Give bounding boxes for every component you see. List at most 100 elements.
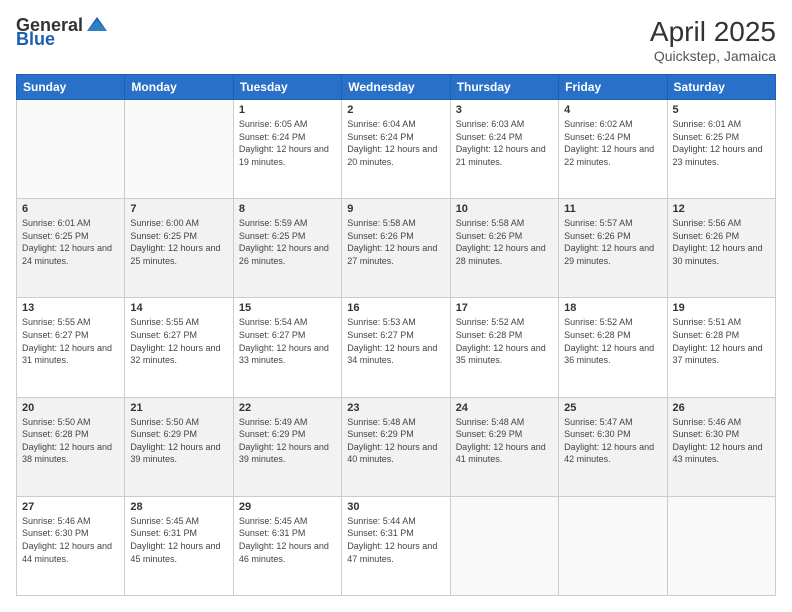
calendar-cell: 25 Sunrise: 5:47 AMSunset: 6:30 PMDayligh… [559, 397, 667, 496]
day-info: Sunrise: 5:46 AMSunset: 6:30 PMDaylight:… [22, 515, 119, 565]
logo: General Blue [16, 16, 107, 48]
day-info: Sunrise: 6:05 AMSunset: 6:24 PMDaylight:… [239, 118, 336, 168]
day-info: Sunrise: 5:44 AMSunset: 6:31 PMDaylight:… [347, 515, 444, 565]
calendar-cell: 11Sunrise: 5:57 AMSunset: 6:26 PMDayligh… [559, 199, 667, 298]
day-info: Sunrise: 5:56 AMSunset: 6:26 PMDaylight:… [673, 217, 770, 267]
day-number: 2 [347, 104, 444, 116]
calendar-cell: 27Sunrise: 5:46 AMSunset: 6:30 PMDayligh… [17, 496, 125, 595]
day-number: 30 [347, 501, 444, 513]
day-info: Sunrise: 6:00 AMSunset: 6:25 PMDaylight:… [130, 217, 227, 267]
calendar-cell: 30 Sunrise: 5:44 AMSunset: 6:31 PMDayligh… [342, 496, 450, 595]
day-number: 11 [564, 203, 661, 215]
weekday-header-thursday: Thursday [450, 75, 558, 100]
header: General Blue April 2025 Quickstep, Jamai… [16, 16, 776, 64]
calendar-table: SundayMondayTuesdayWednesdayThursdayFrid… [16, 74, 776, 596]
weekday-header-wednesday: Wednesday [342, 75, 450, 100]
day-number: 22 [239, 402, 336, 414]
day-number: 5 [673, 104, 770, 116]
calendar-cell: 7 Sunrise: 6:00 AMSunset: 6:25 PMDaylight… [125, 199, 233, 298]
calendar-cell: 13Sunrise: 5:55 AMSunset: 6:27 PMDayligh… [17, 298, 125, 397]
day-number: 4 [564, 104, 661, 116]
calendar-subtitle: Quickstep, Jamaica [650, 48, 776, 64]
day-info: Sunrise: 6:01 AMSunset: 6:25 PMDaylight:… [673, 118, 770, 168]
calendar-cell: 18 Sunrise: 5:52 AMSunset: 6:28 PMDayligh… [559, 298, 667, 397]
day-info: Sunrise: 5:48 AMSunset: 6:29 PMDaylight:… [456, 416, 553, 466]
day-number: 7 [130, 203, 227, 215]
day-number: 3 [456, 104, 553, 116]
day-info: Sunrise: 5:46 AMSunset: 6:30 PMDaylight:… [673, 416, 770, 466]
day-number: 26 [673, 402, 770, 414]
calendar-cell: 4Sunrise: 6:02 AMSunset: 6:24 PMDaylight… [559, 100, 667, 199]
day-info: Sunrise: 5:49 AMSunset: 6:29 PMDaylight:… [239, 416, 336, 466]
day-info: Sunrise: 5:59 AMSunset: 6:25 PMDaylight:… [239, 217, 336, 267]
day-number: 21 [130, 402, 227, 414]
weekday-header-saturday: Saturday [667, 75, 775, 100]
calendar-cell: 3 Sunrise: 6:03 AMSunset: 6:24 PMDaylight… [450, 100, 558, 199]
day-number: 19 [673, 302, 770, 314]
day-info: Sunrise: 5:47 AMSunset: 6:30 PMDaylight:… [564, 416, 661, 466]
calendar-cell: 22 Sunrise: 5:49 AMSunset: 6:29 PMDayligh… [233, 397, 341, 496]
day-number: 20 [22, 402, 119, 414]
calendar-cell: 17 Sunrise: 5:52 AMSunset: 6:28 PMDayligh… [450, 298, 558, 397]
calendar-cell: 10 Sunrise: 5:58 AMSunset: 6:26 PMDayligh… [450, 199, 558, 298]
day-info: Sunrise: 5:58 AMSunset: 6:26 PMDaylight:… [456, 217, 553, 267]
weekday-header-friday: Friday [559, 75, 667, 100]
day-number: 1 [239, 104, 336, 116]
day-number: 12 [673, 203, 770, 215]
day-info: Sunrise: 6:03 AMSunset: 6:24 PMDaylight:… [456, 118, 553, 168]
calendar-cell: 5 Sunrise: 6:01 AMSunset: 6:25 PMDaylight… [667, 100, 775, 199]
calendar-cell [450, 496, 558, 595]
day-number: 13 [22, 302, 119, 314]
calendar-cell: 29Sunrise: 5:45 AMSunset: 6:31 PMDayligh… [233, 496, 341, 595]
calendar-cell: 6 Sunrise: 6:01 AMSunset: 6:25 PMDaylight… [17, 199, 125, 298]
day-number: 24 [456, 402, 553, 414]
day-info: Sunrise: 5:58 AMSunset: 6:26 PMDaylight:… [347, 217, 444, 267]
calendar-cell: 9Sunrise: 5:58 AMSunset: 6:26 PMDaylight… [342, 199, 450, 298]
calendar-week-row: 1 Sunrise: 6:05 AMSunset: 6:24 PMDaylight… [17, 100, 776, 199]
day-info: Sunrise: 6:04 AMSunset: 6:24 PMDaylight:… [347, 118, 444, 168]
calendar-cell: 24 Sunrise: 5:48 AMSunset: 6:29 PMDayligh… [450, 397, 558, 496]
day-info: Sunrise: 5:55 AMSunset: 6:27 PMDaylight:… [130, 316, 227, 366]
day-info: Sunrise: 5:50 AMSunset: 6:29 PMDaylight:… [130, 416, 227, 466]
day-number: 28 [130, 501, 227, 513]
logo-blue-text: Blue [16, 30, 55, 48]
calendar-cell [667, 496, 775, 595]
calendar-cell: 19 Sunrise: 5:51 AMSunset: 6:28 PMDayligh… [667, 298, 775, 397]
calendar-week-row: 6 Sunrise: 6:01 AMSunset: 6:25 PMDaylight… [17, 199, 776, 298]
day-info: Sunrise: 5:53 AMSunset: 6:27 PMDaylight:… [347, 316, 444, 366]
day-number: 16 [347, 302, 444, 314]
calendar-cell: 26 Sunrise: 5:46 AMSunset: 6:30 PMDayligh… [667, 397, 775, 496]
day-info: Sunrise: 6:01 AMSunset: 6:25 PMDaylight:… [22, 217, 119, 267]
weekday-header-tuesday: Tuesday [233, 75, 341, 100]
calendar-cell: 12 Sunrise: 5:56 AMSunset: 6:26 PMDayligh… [667, 199, 775, 298]
day-number: 6 [22, 203, 119, 215]
calendar-cell: 23 Sunrise: 5:48 AMSunset: 6:29 PMDayligh… [342, 397, 450, 496]
weekday-header-monday: Monday [125, 75, 233, 100]
calendar-cell [125, 100, 233, 199]
calendar-cell [559, 496, 667, 595]
calendar-cell: 21 Sunrise: 5:50 AMSunset: 6:29 PMDayligh… [125, 397, 233, 496]
calendar-cell [17, 100, 125, 199]
day-number: 10 [456, 203, 553, 215]
day-number: 14 [130, 302, 227, 314]
day-info: Sunrise: 5:52 AMSunset: 6:28 PMDaylight:… [564, 316, 661, 366]
day-number: 25 [564, 402, 661, 414]
day-info: Sunrise: 5:54 AMSunset: 6:27 PMDaylight:… [239, 316, 336, 366]
day-number: 15 [239, 302, 336, 314]
day-info: Sunrise: 5:51 AMSunset: 6:28 PMDaylight:… [673, 316, 770, 366]
day-info: Sunrise: 5:48 AMSunset: 6:29 PMDaylight:… [347, 416, 444, 466]
calendar-title: April 2025 [650, 16, 776, 48]
calendar-week-row: 13 Sunrise: 5:55 AMSunset: 6:27 PMDayligh… [17, 298, 776, 397]
day-info: Sunrise: 5:45 AMSunset: 6:31 PMDaylight:… [130, 515, 227, 565]
day-number: 17 [456, 302, 553, 314]
page: General Blue April 2025 Quickstep, Jamai… [0, 0, 792, 612]
calendar-cell: 2 Sunrise: 6:04 AMSunset: 6:24 PMDaylight… [342, 100, 450, 199]
calendar-cell: 20Sunrise: 5:50 AMSunset: 6:28 PMDayligh… [17, 397, 125, 496]
calendar-cell: 8Sunrise: 5:59 AMSunset: 6:25 PMDaylight… [233, 199, 341, 298]
day-number: 18 [564, 302, 661, 314]
day-number: 29 [239, 501, 336, 513]
calendar-week-row: 20Sunrise: 5:50 AMSunset: 6:28 PMDayligh… [17, 397, 776, 496]
day-info: Sunrise: 5:52 AMSunset: 6:28 PMDaylight:… [456, 316, 553, 366]
day-number: 23 [347, 402, 444, 414]
calendar-cell: 28 Sunrise: 5:45 AMSunset: 6:31 PMDayligh… [125, 496, 233, 595]
